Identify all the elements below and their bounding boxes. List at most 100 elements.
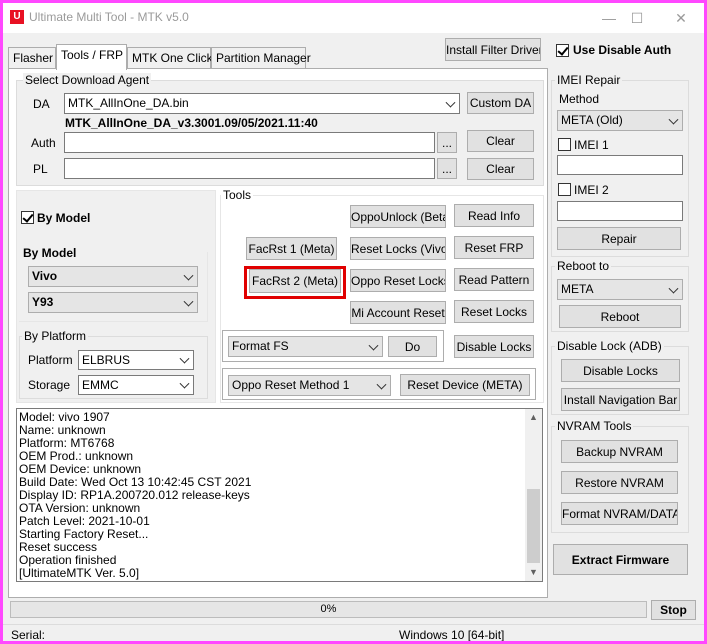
auth-browse-button[interactable]: ... xyxy=(437,132,457,153)
reset-device-meta-button[interactable]: Reset Device (META) xyxy=(400,374,530,396)
highlight-frame xyxy=(244,266,346,299)
oppo-reset-locks-button[interactable]: Oppo Reset Locks xyxy=(350,269,446,292)
reboot-to-title: Reboot to xyxy=(555,259,612,273)
serial-label: Serial: xyxy=(11,628,46,642)
extract-firmware-button[interactable]: Extract Firmware xyxy=(553,544,688,575)
progress-bar: 0% xyxy=(10,601,647,618)
disable-lock-adb-group: Disable Lock (ADB) Disable Locks Install… xyxy=(551,339,689,415)
app-window: U Ultimate Multi Tool - MTK v5.0 — ☐ ✕ F… xyxy=(0,0,707,644)
tab-tools-frp[interactable]: Tools / FRP xyxy=(56,44,127,70)
brand-select[interactable]: Vivo xyxy=(28,266,198,287)
facrst1-meta-button[interactable]: FacRst 1 (Meta) xyxy=(246,237,337,260)
chevron-down-icon xyxy=(668,114,679,125)
tools-title: Tools xyxy=(221,188,254,202)
by-platform-title: By Platform xyxy=(22,329,89,343)
pl-label: PL xyxy=(33,162,48,176)
chevron-down-icon xyxy=(179,353,190,364)
chevron-down-icon xyxy=(183,270,194,281)
auth-clear-button[interactable]: Clear xyxy=(467,130,534,152)
scroll-up-icon[interactable]: ▲ xyxy=(525,409,542,426)
by-model-group-title: By Model xyxy=(23,246,77,260)
storage-label: Storage xyxy=(28,378,71,392)
format-select[interactable]: Format FS xyxy=(228,336,383,357)
da-version-info: MTK_AllInOne_DA_v3.3001.09/05/2021.11:40 xyxy=(65,116,318,130)
reset-frp-button[interactable]: Reset FRP xyxy=(454,236,534,259)
disable-lock-adb-title: Disable Lock (ADB) xyxy=(555,339,664,353)
use-disable-auth-label: Use Disable Auth xyxy=(573,43,672,57)
imei-method-select-value: META (Old) xyxy=(561,113,623,127)
oppo-unlock-beta-button[interactable]: OppoUnlock (Beta) xyxy=(350,205,446,228)
chevron-down-icon xyxy=(668,283,679,294)
format-nvram-data-button[interactable]: Format NVRAM/DATA xyxy=(561,502,678,525)
reset-locks-button[interactable]: Reset Locks xyxy=(454,300,534,323)
platform-select[interactable]: ELBRUS xyxy=(78,350,194,370)
imei2-checkbox[interactable] xyxy=(558,183,571,196)
app-logo-icon: U xyxy=(10,10,24,24)
model-select-value: Y93 xyxy=(32,295,54,309)
tab-partition-manager[interactable]: Partition Manager xyxy=(211,47,311,69)
download-agent-title: Select Download Agent xyxy=(23,73,152,87)
chevron-down-icon xyxy=(368,340,379,351)
by-model-group: By Model Vivo Y93 xyxy=(19,246,208,322)
imei1-label: IMEI 1 xyxy=(574,138,609,152)
os-info: Windows 10 [64-bit] xyxy=(399,628,505,642)
tab-flasher[interactable]: Flasher xyxy=(8,47,56,69)
by-model-checkbox[interactable] xyxy=(21,211,34,224)
reboot-button[interactable]: Reboot xyxy=(559,305,681,328)
nvram-tools-group: NVRAM Tools Backup NVRAM Restore NVRAM F… xyxy=(551,419,689,533)
do-button[interactable]: Do xyxy=(388,336,437,357)
custom-da-button[interactable]: Custom DA xyxy=(467,92,534,114)
log-output[interactable]: Model: vivo 1907 Name: unknown Platform: M… xyxy=(16,408,543,582)
maximize-button[interactable]: ☐ xyxy=(617,7,657,29)
repair-button[interactable]: Repair xyxy=(557,227,681,250)
log-scrollbar[interactable]: ▲ ▼ xyxy=(525,409,542,581)
chevron-down-icon xyxy=(376,379,387,390)
platform-select-value: ELBRUS xyxy=(82,353,131,367)
oppo-method-select[interactable]: Oppo Reset Method 1 xyxy=(228,375,391,396)
model-select[interactable]: Y93 xyxy=(28,292,198,313)
scroll-thumb[interactable] xyxy=(527,489,540,563)
pl-field[interactable] xyxy=(64,158,435,179)
window-title: Ultimate Multi Tool - MTK v5.0 xyxy=(29,10,189,24)
download-agent-group: Select Download Agent DA MTK_AllInOne_DA… xyxy=(16,73,544,186)
by-platform-group: By Platform Platform ELBRUS Storage EMMC xyxy=(19,329,208,399)
read-pattern-button[interactable]: Read Pattern xyxy=(454,268,534,291)
imei1-checkbox[interactable] xyxy=(558,138,571,151)
chevron-down-icon xyxy=(183,296,194,307)
disable-locks-button[interactable]: Disable Locks xyxy=(454,335,534,358)
install-filter-driver-button[interactable]: Install Filter Driver xyxy=(445,38,541,61)
reboot-mode-select[interactable]: META xyxy=(557,279,683,300)
format-group: Format FS Do xyxy=(222,330,444,362)
log-line: [UltimateMTK Ver. 5.0] xyxy=(19,566,140,580)
tab-mtk-one-click[interactable]: MTK One Click xyxy=(127,47,213,69)
install-navigation-bar-button[interactable]: Install Navigation Bar xyxy=(561,388,680,411)
use-disable-auth-checkbox[interactable] xyxy=(556,44,569,57)
scroll-down-icon[interactable]: ▼ xyxy=(525,564,542,581)
read-info-button[interactable]: Read Info xyxy=(454,204,534,227)
pl-clear-button[interactable]: Clear xyxy=(467,158,534,180)
oppo-method-select-value: Oppo Reset Method 1 xyxy=(232,378,350,392)
mi-account-reset-button[interactable]: Mi Account Reset xyxy=(350,301,446,324)
progress-text: 0% xyxy=(320,603,337,615)
imei-method-select[interactable]: META (Old) xyxy=(557,110,683,131)
da-select[interactable]: MTK_AllInOne_DA.bin xyxy=(64,93,460,114)
restore-nvram-button[interactable]: Restore NVRAM xyxy=(561,471,678,494)
chevron-down-icon xyxy=(179,378,190,389)
close-button[interactable]: ✕ xyxy=(661,7,701,29)
backup-nvram-button[interactable]: Backup NVRAM xyxy=(561,440,678,463)
method-label: Method xyxy=(559,92,600,106)
stop-button[interactable]: Stop xyxy=(651,600,696,620)
adb-disable-locks-button[interactable]: Disable Locks xyxy=(561,359,680,382)
reset-locks-vivo-button[interactable]: Reset Locks (Vivo) xyxy=(350,237,446,260)
auth-field[interactable] xyxy=(64,132,435,153)
pl-browse-button[interactable]: ... xyxy=(437,158,457,179)
imei1-field[interactable] xyxy=(557,155,683,175)
imei2-label: IMEI 2 xyxy=(574,183,609,197)
storage-select[interactable]: EMMC xyxy=(78,375,194,395)
log-lines: Model: vivo 1907 Name: unknown Platform: M… xyxy=(19,411,524,580)
imei2-field[interactable] xyxy=(557,201,683,221)
brand-select-value: Vivo xyxy=(32,269,58,283)
by-model-check-label: By Model xyxy=(37,211,91,225)
da-label: DA xyxy=(33,97,50,111)
imei-repair-group: IMEI Repair Method META (Old) IMEI 1 IME… xyxy=(551,73,689,257)
